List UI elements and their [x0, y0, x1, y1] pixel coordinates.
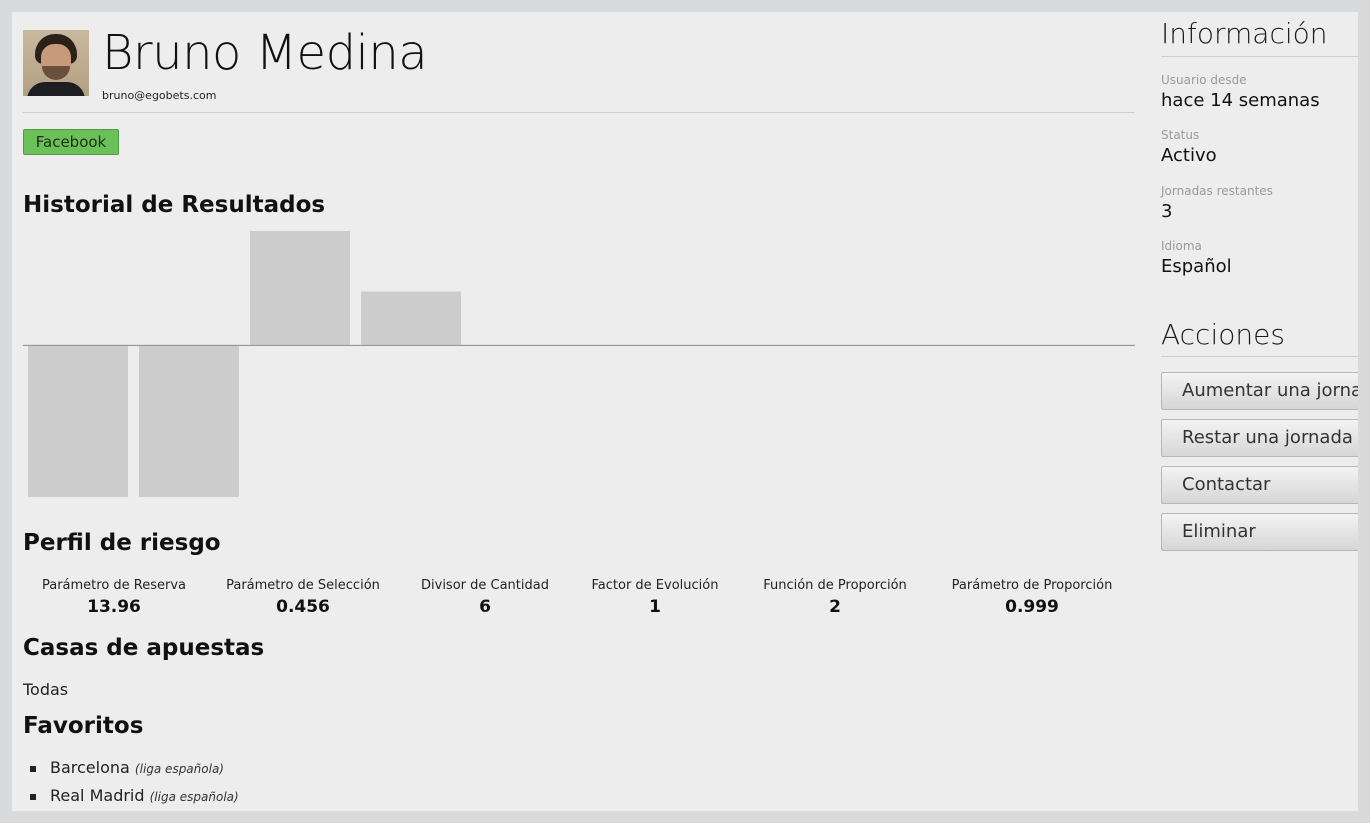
info-usuario-desde: Usuario desde hace 14 semanas — [1161, 72, 1320, 114]
chart-bar — [361, 291, 461, 345]
bullet-icon — [30, 794, 36, 800]
favoritos-title: Favoritos — [23, 713, 144, 739]
favorite-team: Barcelona — [50, 758, 130, 777]
header-divider — [23, 112, 1135, 113]
acciones-divider — [1161, 356, 1358, 357]
chart-bar — [139, 345, 239, 497]
profile-page: Bruno Medina bruno@egobets.com Facebook … — [12, 12, 1358, 811]
favorite-team: Real Madrid — [50, 786, 145, 805]
historial-title: Historial de Resultados — [23, 192, 326, 218]
param-label: Parámetro de Reserva — [41, 578, 187, 593]
chart-bar — [28, 345, 128, 497]
param-value: 0.456 — [276, 597, 330, 617]
avatar — [23, 30, 89, 96]
chart-bar — [250, 231, 350, 345]
avatar-beard — [42, 66, 70, 80]
favorite-league: (liga española) — [134, 762, 224, 776]
param-value: 0.999 — [1005, 597, 1059, 617]
avatar-shirt — [27, 82, 85, 96]
param-evolucion: Factor de Evolución 1 — [575, 577, 735, 619]
info-divider — [1161, 56, 1358, 57]
casas-value: Todas — [23, 680, 69, 699]
param-funcion: Función de Proporción 2 — [746, 577, 924, 619]
info-idioma: Idioma Español — [1161, 238, 1232, 280]
user-name: Bruno Medina — [102, 25, 428, 81]
param-proporcion: Parámetro de Proporción 0.999 — [938, 577, 1126, 619]
info-key: Jornadas restantes — [1161, 184, 1273, 198]
aumentar-jornada-button[interactable]: Aumentar una jornada — [1161, 372, 1358, 410]
param-label: Parámetro de Selección — [226, 578, 380, 593]
param-value: 2 — [829, 597, 841, 617]
list-item: Barcelona (liga española) — [23, 756, 239, 784]
param-value: 1 — [649, 597, 661, 617]
risk-params: Parámetro de Reserva 13.96 Parámetro de … — [23, 577, 1135, 621]
sidebar: Información Usuario desde hace 14 semana… — [1161, 12, 1358, 811]
list-item: Real Madrid (liga española) — [23, 784, 239, 811]
param-label: Factor de Evolución — [591, 578, 719, 593]
info-key: Idioma — [1161, 239, 1202, 253]
facebook-button[interactable]: Facebook — [23, 129, 119, 155]
info-value: Activo — [1161, 145, 1217, 166]
info-title: Información — [1161, 17, 1328, 50]
casas-title: Casas de apuestas — [23, 635, 265, 661]
param-reserva: Parámetro de Reserva 13.96 — [23, 577, 205, 619]
param-seleccion: Parámetro de Selección 0.456 — [215, 577, 391, 619]
info-status: Status Activo — [1161, 127, 1217, 169]
user-email: bruno@egobets.com — [102, 89, 217, 102]
param-label: Parámetro de Proporción — [951, 578, 1113, 593]
param-label: Función de Proporción — [763, 578, 907, 593]
info-key: Status — [1161, 128, 1200, 142]
info-value: 3 — [1161, 201, 1173, 222]
param-value: 6 — [479, 597, 491, 617]
info-jornadas: Jornadas restantes 3 — [1161, 183, 1273, 225]
info-value: Español — [1161, 256, 1232, 277]
param-divisor: Divisor de Cantidad 6 — [405, 577, 565, 619]
restar-jornada-button[interactable]: Restar una jornada — [1161, 419, 1358, 457]
favoritos-list: Barcelona (liga española) Real Madrid (l… — [23, 756, 239, 811]
eliminar-button[interactable]: Eliminar — [1161, 513, 1358, 551]
contactar-button[interactable]: Contactar — [1161, 466, 1358, 504]
info-value: hace 14 semanas — [1161, 90, 1320, 111]
favorite-league: (liga española) — [149, 790, 239, 804]
historial-chart — [23, 231, 1135, 497]
bullet-icon — [30, 766, 36, 772]
info-key: Usuario desde — [1161, 73, 1247, 87]
acciones-title: Acciones — [1161, 318, 1285, 351]
risk-profile-title: Perfil de riesgo — [23, 530, 221, 556]
param-value: 13.96 — [87, 597, 141, 617]
param-label: Divisor de Cantidad — [421, 578, 549, 593]
main-content: Bruno Medina bruno@egobets.com Facebook … — [23, 12, 1135, 811]
